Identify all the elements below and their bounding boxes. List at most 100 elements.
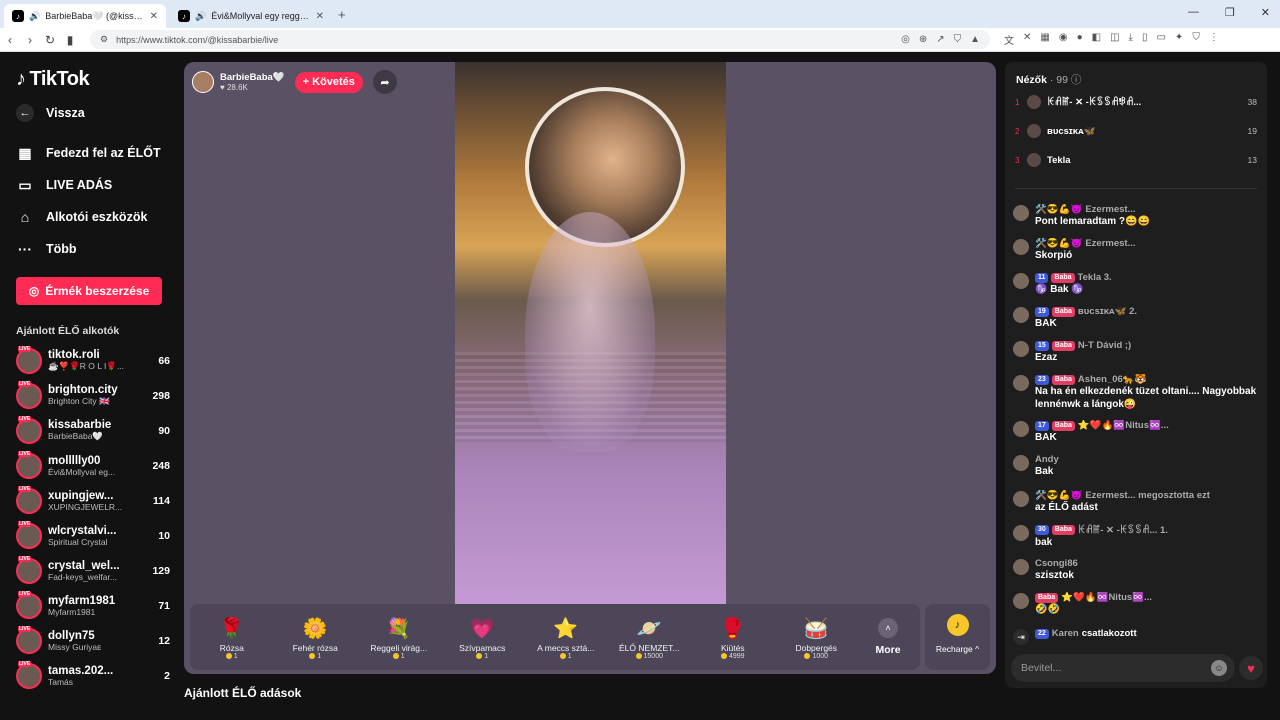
close-tab-icon[interactable]: ✕ — [150, 11, 158, 22]
restore-icon[interactable]: ❐ — [1225, 6, 1235, 19]
gift-item[interactable]: 🥊 Kiütés 4999 — [691, 615, 775, 660]
share-page-icon[interactable]: ↗ — [936, 34, 944, 45]
chat-username[interactable]: Tekla 3. — [1078, 272, 1112, 283]
site-settings-icon[interactable]: ⚙ — [100, 34, 108, 45]
reload-icon[interactable]: ↻ — [40, 33, 60, 47]
share-icon[interactable]: ➦ — [372, 70, 397, 94]
nav-creator-tools[interactable]: ⌂ Alkotói eszközök — [16, 201, 176, 233]
extension-icon[interactable]: ● — [1077, 32, 1083, 47]
chat-username[interactable]: ⭐❤️🔥♾️Nitus♾️... — [1078, 420, 1169, 431]
menu-icon[interactable]: ⋮ — [1209, 32, 1219, 47]
avatar[interactable] — [192, 71, 214, 93]
chat-username[interactable]: Csongi86 — [1035, 558, 1078, 569]
live-video[interactable] — [455, 62, 726, 604]
top-viewer-row[interactable]: 2 ʙᴜᴄsɪᴋᴀ🦋 19 — [1015, 121, 1257, 141]
gift-item[interactable]: 🌹 Rózsa 1 — [190, 615, 274, 660]
browser-tab[interactable]: ♪ 🔊 Évi&Mollyval egy reggeli 🍮🤩 ✕ — [170, 4, 332, 28]
chat-username[interactable]: Ashen_06🐆🐯 — [1078, 374, 1147, 385]
avatar[interactable] — [1013, 205, 1029, 221]
more-gifts-button[interactable]: ˄ More — [858, 618, 918, 656]
creator-item[interactable]: LIVE mollllly00 Évi&Mollyval eg... 248 — [16, 448, 176, 483]
avatar[interactable] — [1013, 593, 1029, 609]
avatar[interactable] — [1013, 525, 1029, 541]
follow-button[interactable]: + Követés — [294, 71, 363, 93]
chat-username[interactable]: ⭐❤️🔥♾️Nitus♾️... — [1061, 592, 1152, 603]
creator-item[interactable]: LIVE wlcrystalvi... Spiritual Crystal 10 — [16, 518, 176, 553]
avatar[interactable] — [1013, 491, 1029, 507]
address-bar[interactable]: ⚙ https://www.tiktok.com/@kissabarbie/li… — [90, 30, 990, 49]
emoji-icon[interactable]: ☺ — [1211, 660, 1227, 676]
gift-item[interactable]: 🌼 Fehér rózsa 1 — [274, 615, 358, 660]
sidebar-toggle-icon[interactable]: ▯ — [1142, 32, 1148, 47]
chat-username[interactable]: Ezermest... — [1085, 204, 1135, 215]
creator-item[interactable]: LIVE xupingjew... XUPINGJEWELR... 114 — [16, 483, 176, 518]
back-arrow-icon[interactable]: ‹ — [0, 33, 20, 47]
vpn-icon[interactable]: ⛉ — [1192, 32, 1200, 47]
tiktok-logo[interactable]: ♪ TikTok — [16, 68, 176, 91]
top-viewer-row[interactable]: 1 ꀘꋬꂵ- ✕ -ꀘꌗꌗꋬꃃꋬ... 38 — [1015, 92, 1257, 112]
avatar[interactable] — [1013, 239, 1029, 255]
extension-icon[interactable]: ◉ — [1059, 32, 1068, 47]
creator-item[interactable]: LIVE brighton.city Brighton City 🇬🇧 298 — [16, 378, 176, 413]
join-user[interactable]: Karen — [1052, 628, 1079, 639]
avatar[interactable] — [1013, 307, 1029, 323]
extension-icon[interactable]: ◧ — [1092, 32, 1101, 47]
extension-icon[interactable]: ✕ — [1023, 32, 1031, 47]
chat-username[interactable]: Ezermest... — [1085, 238, 1135, 249]
gift-item[interactable]: 💗 Szívpamacs 1 — [441, 615, 525, 660]
gift-name: Rózsa — [219, 642, 244, 653]
gift-item[interactable]: 🥁 Dobpergés 1000 — [775, 615, 859, 660]
top-viewer-row[interactable]: 3 Tekla 13 — [1015, 150, 1257, 170]
nav-live[interactable]: ▭ LIVE ADÁS — [16, 169, 176, 201]
forward-arrow-icon[interactable]: › — [20, 33, 40, 47]
gift-icon: 🌹 — [219, 617, 245, 640]
creator-item[interactable]: LIVE tiktok.roli ☕❣️🌹R O L I🌹... 66 — [16, 343, 176, 378]
streamer-name[interactable]: BarbieBaba🤍 — [220, 72, 285, 83]
gift-item[interactable]: ⭐ A meccs sztá... 1 — [524, 615, 608, 660]
nav-more[interactable]: ··· Több — [16, 233, 176, 265]
avatar[interactable] — [1013, 341, 1029, 357]
chat-input[interactable]: Bevitel... ☺ — [1011, 654, 1235, 682]
zoom-icon[interactable]: ⊕ — [919, 34, 927, 45]
chat-username[interactable]: ʙᴜᴄsɪᴋᴀ🦋 2. — [1078, 306, 1137, 317]
recharge-button[interactable]: ♪ Recharge ^ — [925, 604, 990, 670]
help-icon[interactable]: ⓘ — [1071, 74, 1082, 86]
avatar[interactable] — [1013, 273, 1029, 289]
creator-item[interactable]: LIVE kissabarbie BarbieBaba🤍 90 — [16, 413, 176, 448]
wallet-icon[interactable]: ▭ — [1156, 32, 1165, 47]
join-text: csatlakozott — [1081, 628, 1137, 639]
gift-item[interactable]: 🪐 ÉLŐ NEMZET... 15000 — [608, 615, 692, 660]
chat-username[interactable]: ꀘꋬꂵ- ✕ -ꀘꌗꌗꋬ... 1. — [1078, 524, 1168, 536]
browser-tab-active[interactable]: ♪ 🔊 BarbieBaba🤍 (@kissabarbie ✕ — [4, 4, 166, 28]
gift-item[interactable]: 💐 Reggeli virág... 1 — [357, 615, 441, 660]
creator-item[interactable]: LIVE crystal_wel... Fad-keys_welfar... 129 — [16, 553, 176, 588]
chat-username[interactable]: N-T Dávid ;) — [1078, 340, 1131, 351]
creator-item[interactable]: LIVE dollyn75 Missy Guriyaᴇ 12 — [16, 623, 176, 658]
triangle-icon[interactable]: ▲ — [970, 34, 980, 45]
download-icon[interactable]: ⤓ — [1129, 32, 1133, 47]
creator-item[interactable]: LIVE myfarm1981 Myfarm1981 71 — [16, 588, 176, 623]
heart-like-icon[interactable]: ♥ — [1239, 656, 1263, 680]
minimize-icon[interactable]: — — [1188, 6, 1199, 19]
shield-icon[interactable]: ⛉ — [954, 34, 962, 45]
extension-icon[interactable]: ▦ — [1040, 32, 1049, 47]
translate-icon[interactable]: 文 — [1004, 32, 1014, 47]
chat-username[interactable]: Ezermest... megosztotta ezt — [1085, 490, 1210, 501]
chat-username[interactable]: Andy — [1035, 454, 1059, 465]
creator-item[interactable]: LIVE tamas.202... Tamás 2 — [16, 658, 176, 693]
avatar[interactable] — [1013, 375, 1029, 391]
nav-explore-live[interactable]: ▦ Fedezd fel az ÉLŐT — [16, 137, 176, 169]
avatar[interactable] — [1013, 421, 1029, 437]
avatar[interactable] — [1013, 559, 1029, 575]
back-link[interactable]: ← Vissza — [16, 97, 176, 129]
extension-icon[interactable]: ◫ — [1110, 32, 1119, 47]
close-window-icon[interactable]: ✕ — [1261, 6, 1270, 19]
avatar[interactable] — [1013, 455, 1029, 471]
close-tab-icon[interactable]: ✕ — [316, 11, 324, 22]
get-coins-button[interactable]: ◎ Érmék beszerzése — [16, 277, 162, 305]
chat-badge: 17 — [1035, 420, 1049, 431]
ai-icon[interactable]: ✦ — [1175, 32, 1183, 47]
new-tab-icon[interactable]: + — [338, 7, 346, 22]
cast-icon[interactable]: ◎ — [901, 34, 910, 45]
bookmark-icon[interactable]: ▮ — [60, 33, 80, 47]
